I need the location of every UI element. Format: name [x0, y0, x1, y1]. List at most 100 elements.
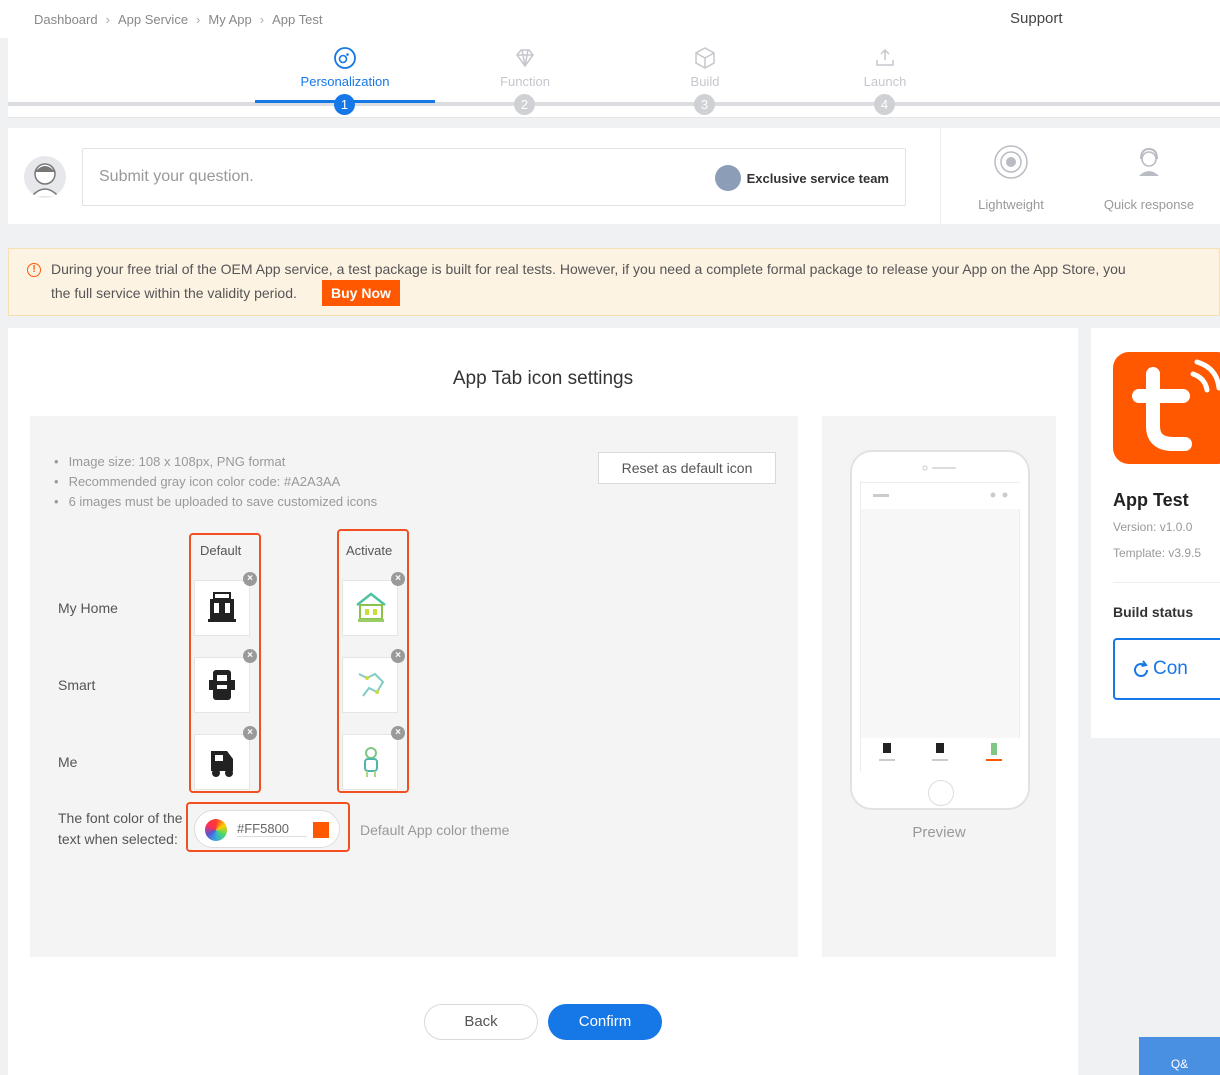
remove-icon-button[interactable]: × — [243, 726, 257, 740]
help-chat-button[interactable]: Q& — [1139, 1037, 1220, 1075]
color-hex-input[interactable]: #FF5800 — [237, 821, 307, 837]
question-placeholder: Submit your question. — [99, 168, 254, 185]
feature-lightweight: Lightweight — [951, 144, 1071, 212]
color-picker[interactable]: #FF5800 — [194, 810, 340, 848]
support-link[interactable]: Support — [1010, 10, 1063, 27]
divider — [1113, 582, 1220, 583]
breadcrumb-separator: › — [105, 12, 110, 27]
back-button[interactable]: Back — [424, 1004, 538, 1040]
remove-icon-button[interactable]: × — [391, 649, 405, 663]
palette-icon — [334, 47, 356, 69]
feature-label: Quick response — [1103, 197, 1195, 212]
default-theme-label: Default App color theme — [360, 822, 510, 838]
breadcrumb-separator: › — [259, 12, 265, 27]
upload-tray-icon — [876, 48, 894, 66]
step-personalization[interactable]: Personalization 1 — [255, 38, 435, 118]
rule-item: 6 images must be uploaded to save custom… — [54, 492, 378, 512]
rule-item: Image size: 108 x 108px, PNG format — [54, 452, 377, 472]
step-number: 4 — [874, 94, 895, 115]
smart-device-icon — [209, 670, 235, 700]
buy-now-button[interactable]: Buy Now — [322, 280, 400, 306]
progress-stepper: Personalization 1 Function 2 Build 3 Lau… — [8, 38, 1220, 118]
color-swatch[interactable] — [313, 822, 329, 838]
app-logo — [1113, 352, 1220, 464]
phone-mockup — [850, 450, 1030, 810]
service-features: Lightweight Quick response — [940, 128, 1220, 224]
home-active-icon — [356, 592, 386, 622]
top-bar: Dashboard › App Service › My App › App T… — [0, 0, 1220, 38]
service-team-badge[interactable]: Exclusive service team — [714, 165, 889, 191]
rule-item: Recommended gray icon color code: #A2A3A… — [54, 472, 377, 492]
service-agent-icon — [714, 165, 741, 191]
remove-icon-button[interactable]: × — [243, 572, 257, 586]
breadcrumb-dashboard[interactable]: Dashboard — [34, 12, 98, 27]
support-agent-icon — [1139, 147, 1159, 176]
row-label-me: Me — [58, 754, 78, 770]
feature-quick-response: Quick response — [1089, 144, 1209, 212]
preview-panel: Preview — [822, 416, 1056, 957]
step-label: Launch — [863, 74, 907, 89]
step-label: Personalization — [300, 74, 390, 89]
app-template: Template: v3.9.5 — [1113, 546, 1202, 560]
phone-home-button — [928, 780, 954, 806]
avatar — [24, 156, 66, 198]
build-status-button-label: Con — [1153, 658, 1188, 679]
step-label: Build — [690, 74, 720, 89]
remove-icon-button[interactable]: × — [391, 572, 405, 586]
active-icon-smart[interactable] — [342, 657, 398, 713]
page-title: App Tab icon settings — [452, 368, 634, 389]
profile-active-icon — [364, 747, 378, 777]
home-device-icon — [208, 592, 236, 622]
refresh-icon — [1134, 660, 1148, 677]
step-number: 2 — [514, 94, 535, 115]
step-number: 3 — [694, 94, 715, 115]
default-icon-me[interactable] — [194, 734, 250, 790]
breadcrumb-my-app[interactable]: My App — [208, 12, 251, 27]
preview-label: Preview — [912, 824, 966, 841]
color-wheel-icon[interactable] — [205, 819, 227, 841]
active-icon-my-home[interactable] — [342, 580, 398, 636]
notice-line-2: the full service within the validity per… — [51, 285, 297, 301]
warning-icon: ! — [27, 263, 41, 277]
font-color-label: The font color of the text when selected… — [58, 808, 183, 850]
column-header-activate: Activate — [346, 543, 393, 558]
active-icon-me[interactable] — [342, 734, 398, 790]
breadcrumb-app-service[interactable]: App Service — [118, 12, 188, 27]
question-input[interactable]: Submit your question. Exclusive service … — [82, 148, 906, 206]
notice-line-1: During your free trial of the OEM App se… — [51, 261, 1126, 277]
font-color-label-line-1: The font color of the — [58, 810, 183, 826]
user-avatar-icon — [31, 163, 59, 197]
step-label: Function — [500, 74, 550, 89]
question-bar: Submit your question. Exclusive service … — [8, 128, 1220, 224]
app-version: Version: v1.0.0 — [1113, 520, 1193, 534]
build-status-button[interactable]: Con — [1113, 638, 1220, 700]
step-function[interactable]: Function 2 — [435, 38, 615, 118]
breadcrumb-separator: › — [196, 12, 201, 27]
diamond-icon — [516, 49, 534, 68]
row-label-my-home: My Home — [58, 600, 118, 616]
remove-icon-button[interactable]: × — [391, 726, 405, 740]
font-color-label-line-2: text when selected: — [58, 831, 178, 847]
confirm-button[interactable]: Confirm — [548, 1004, 662, 1040]
breadcrumb: Dashboard › App Service › My App › App T… — [34, 12, 322, 27]
remove-icon-button[interactable]: × — [243, 649, 257, 663]
target-icon — [994, 145, 1028, 179]
step-build[interactable]: Build 3 — [615, 38, 795, 118]
step-number: 1 — [334, 94, 355, 115]
profile-icon — [211, 751, 233, 777]
row-label-smart: Smart — [58, 677, 96, 693]
step-launch[interactable]: Launch 4 — [795, 38, 975, 118]
default-icon-smart[interactable] — [194, 657, 250, 713]
app-logo-icon — [1132, 359, 1220, 451]
phone-screen — [860, 482, 1021, 773]
trial-notice: ! During your free trial of the OEM App … — [8, 248, 1220, 316]
app-info-card: App Test Version: v1.0.0 Template: v3.9.… — [1091, 328, 1220, 738]
default-icon-my-home[interactable] — [194, 580, 250, 636]
build-status-label: Build status — [1113, 604, 1194, 620]
column-header-default: Default — [200, 543, 242, 558]
breadcrumb-app-test: App Test — [272, 12, 323, 27]
reset-default-icon-button[interactable]: Reset as default icon — [598, 452, 776, 484]
box-icon — [695, 47, 715, 69]
feature-label: Lightweight — [978, 197, 1044, 212]
settings-card: App Tab icon settings Image size: 108 x … — [8, 328, 1078, 1075]
